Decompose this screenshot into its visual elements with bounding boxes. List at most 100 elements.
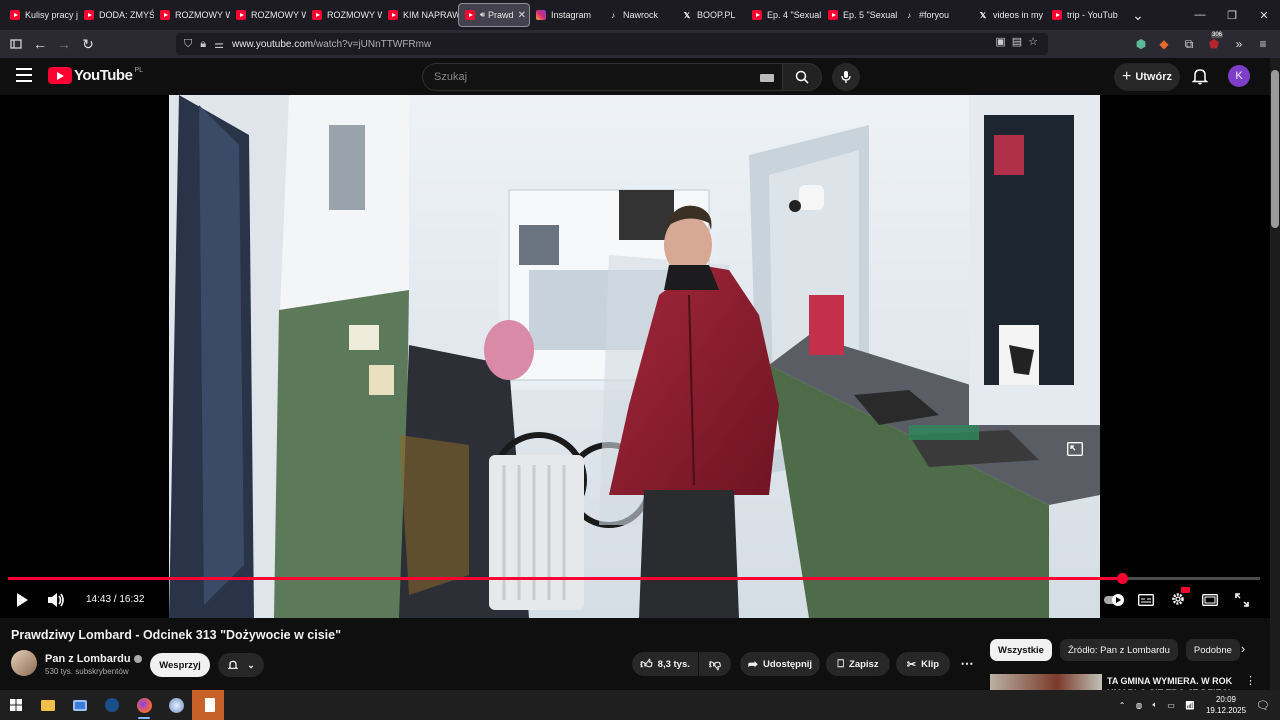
recommendation-menu-icon[interactable]: ⋮	[1245, 674, 1256, 687]
audio-playing-icon[interactable]: 🔊︎	[480, 10, 485, 20]
channel-name[interactable]: Pan z Lombardu	[45, 653, 142, 665]
like-button[interactable]: 👍︎ 8,3 tys.	[632, 652, 698, 676]
filter-chip[interactable]: Wszystkie	[990, 639, 1052, 661]
back-button[interactable]: ←	[28, 32, 52, 56]
browser-tab[interactable]: Ep. 4 "Sexual	[746, 3, 822, 27]
browser-tab[interactable]: ROZMOWY W	[230, 3, 306, 27]
network-status-icon[interactable]: ◍	[1135, 701, 1142, 710]
save-button[interactable]: ⎕ Zapisz	[826, 652, 890, 676]
recommendation-title[interactable]: TA GMINA WYMIERA. W ROK UMARŁO SIĘ TRO J…	[1107, 675, 1242, 690]
keyboard-icon[interactable]	[760, 74, 774, 82]
fullscreen-button[interactable]	[1232, 590, 1252, 610]
extensions-puzzle-icon[interactable]: ⧉	[1178, 33, 1200, 55]
taskbar-file-explorer[interactable]	[32, 690, 64, 720]
ublock-icon[interactable]: ⬟ 306	[1203, 32, 1225, 55]
create-button[interactable]: + Utwórz	[1114, 63, 1180, 91]
volume-button[interactable]	[44, 589, 68, 611]
recommendation-item[interactable]: TA GMINA WYMIERA. W ROK UMARŁO SIĘ TRO J…	[990, 674, 1262, 690]
clip-button[interactable]: ✂ Klip	[896, 652, 950, 676]
search-button[interactable]	[782, 63, 822, 91]
monitor-icon	[73, 699, 87, 711]
close-window-button[interactable]: ✕	[1248, 0, 1280, 30]
display-icon[interactable]: ▭	[1167, 701, 1175, 710]
guide-menu-icon[interactable]	[16, 68, 32, 82]
video-frame[interactable]	[169, 95, 1100, 618]
youtube-icon	[312, 10, 322, 20]
video-player[interactable]: 14:43 / 16:32	[0, 95, 1270, 618]
picture-icon[interactable]: ▣	[995, 35, 1005, 48]
overflow-chevron-icon[interactable]: »	[1228, 33, 1250, 55]
play-button[interactable]	[10, 589, 34, 611]
start-button[interactable]	[0, 690, 32, 720]
share-button[interactable]: ➦ Udostępnij	[740, 652, 820, 676]
support-button[interactable]: Wesprzyj	[150, 653, 210, 677]
lock-icon[interactable]: 🔒︎	[200, 38, 206, 51]
browser-tab[interactable]: 𝕏 BOOP.PL	[676, 3, 746, 27]
progress-bar[interactable]	[8, 573, 1260, 584]
tiktok-icon: ♪	[907, 10, 911, 20]
progress-scrubber[interactable]	[1117, 573, 1129, 584]
filter-chip[interactable]: Źródło: Pan z Lombardu	[1059, 639, 1178, 661]
page-scrollbar[interactable]	[1270, 58, 1280, 690]
subtitles-icon	[1138, 594, 1154, 606]
theater-mode-button[interactable]	[1200, 590, 1220, 610]
forward-button[interactable]: →	[52, 32, 76, 56]
browser-tab[interactable]: ♪ Nawrock	[602, 3, 676, 27]
dislike-button[interactable]: 👎︎	[699, 652, 731, 676]
scrollbar-thumb[interactable]	[1271, 70, 1279, 228]
browser-tab[interactable]: ROZMOWY W	[306, 3, 382, 27]
close-tab-icon[interactable]: ✕	[518, 10, 526, 21]
settings-button[interactable]	[1168, 587, 1190, 609]
tray-overflow-icon[interactable]: ⌃	[1119, 701, 1126, 710]
tab-list-chevron-icon[interactable]: ⌄	[1126, 3, 1150, 27]
bookmark-star-icon[interactable]: ☆	[1028, 35, 1038, 48]
notifications-dropdown[interactable]: ⌄	[218, 653, 264, 677]
notification-center-icon[interactable]: 🗨︎	[1256, 699, 1270, 712]
minimize-button[interactable]: —	[1184, 0, 1216, 30]
browser-tab[interactable]: ROZMOWY W	[154, 3, 230, 27]
browser-tab[interactable]: Ep. 5 "Sexual	[822, 3, 898, 27]
autoplay-toggle[interactable]	[1104, 592, 1126, 608]
recommendation-thumbnail[interactable]	[990, 674, 1102, 690]
reload-button[interactable]: ↻	[76, 32, 100, 56]
speaker-icon[interactable]: 🔈︎	[1152, 700, 1157, 710]
chips-next-button[interactable]: ›	[1234, 641, 1252, 659]
notifications-bell-icon[interactable]	[1190, 66, 1210, 86]
address-bar[interactable]: ⛉ 🔒︎ ⚌ www.youtube.com/watch?v=jUNnTTWFR…	[176, 33, 1048, 55]
extension-shield-icon[interactable]: ⬢	[1130, 33, 1152, 55]
browser-tab[interactable]: Instagram	[530, 3, 602, 27]
permissions-icon[interactable]: ⚌	[214, 38, 224, 51]
sidebar-toggle-icon[interactable]	[4, 32, 28, 56]
instagram-icon	[536, 10, 546, 20]
browser-tab[interactable]: trip - YouTub	[1046, 3, 1126, 27]
verified-icon	[133, 655, 142, 664]
account-avatar[interactable]: K	[1228, 65, 1250, 87]
search-input[interactable]: Szukaj	[422, 63, 782, 91]
system-clock[interactable]: 20:09 19.12.2025	[1206, 694, 1246, 716]
restore-button[interactable]: ❐	[1216, 0, 1248, 30]
taskbar-monitor-app[interactable]	[64, 690, 96, 720]
taskbar-firefox[interactable]	[128, 690, 160, 720]
filter-chip[interactable]: Podobne	[1185, 639, 1240, 661]
browser-tab[interactable]: KIM NAPRAW	[382, 3, 458, 27]
browser-tab[interactable]: ♪ #foryou	[898, 3, 972, 27]
subtitles-button[interactable]	[1136, 590, 1156, 610]
more-actions-button[interactable]: ⋯	[955, 652, 979, 676]
browser-tab[interactable]: 𝕏videos in my	[972, 3, 1046, 27]
channel-avatar[interactable]	[11, 650, 37, 676]
voice-search-button[interactable]	[832, 63, 860, 91]
youtube-logo[interactable]: YouTube PL	[48, 67, 143, 84]
reader-view-icon[interactable]: ▤	[1012, 35, 1022, 48]
browser-tab[interactable]: Kulisy pracy j	[4, 3, 78, 27]
extension-fox-icon[interactable]: ◆	[1153, 33, 1175, 55]
app-menu-icon[interactable]: ≡	[1252, 33, 1274, 55]
shield-icon[interactable]: ⛉	[184, 38, 192, 51]
browser-tab[interactable]: 🔊︎ Prawd ✕	[458, 3, 530, 27]
miniplayer-button[interactable]	[1064, 438, 1086, 460]
browser-tab[interactable]: DODA: ZMYŚ	[78, 3, 154, 27]
wifi-icon[interactable]: 📶︎	[1185, 701, 1195, 710]
youtube-icon	[752, 10, 762, 20]
taskbar-app[interactable]	[160, 690, 192, 720]
taskbar-notes-app[interactable]	[192, 690, 224, 720]
taskbar-steam[interactable]	[96, 690, 128, 720]
